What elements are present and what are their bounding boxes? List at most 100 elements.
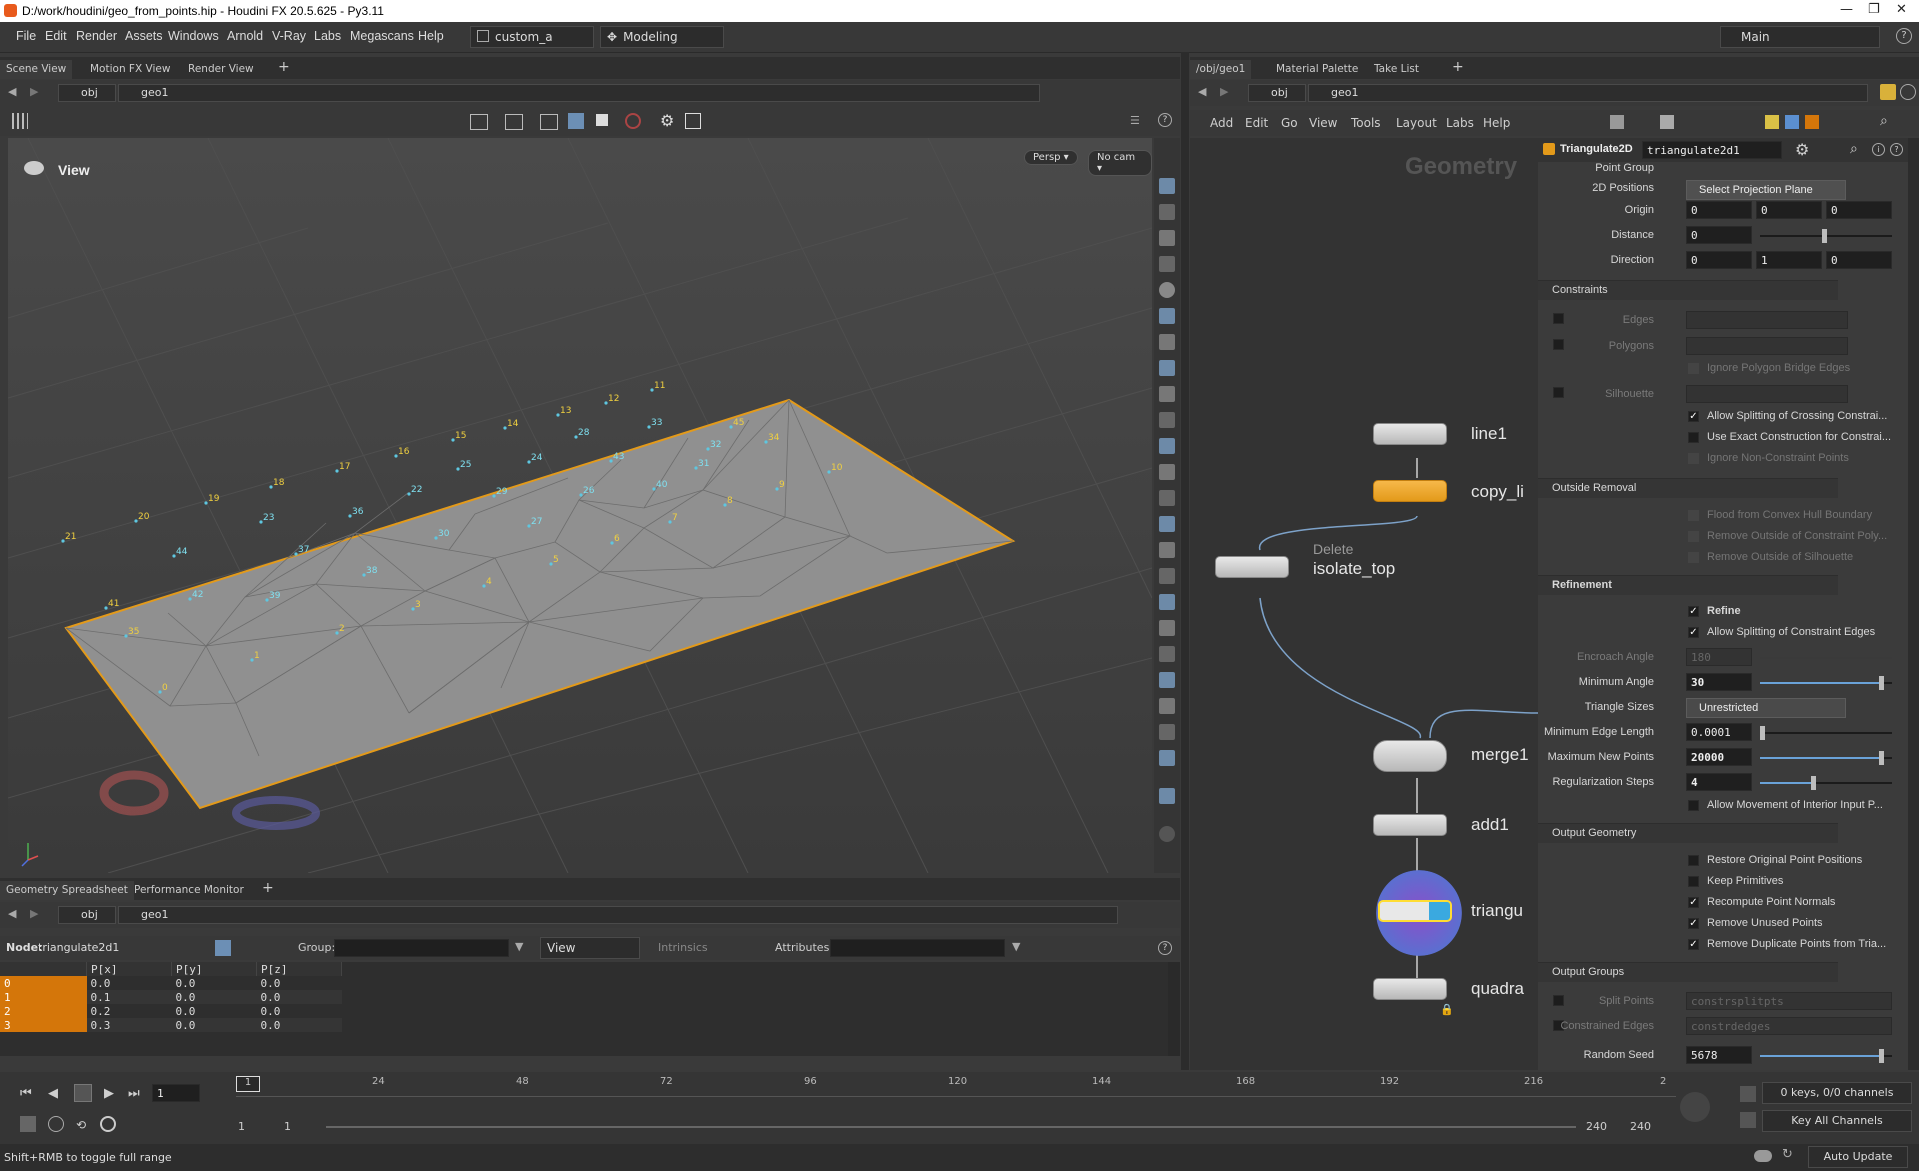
forward-arrow-icon[interactable]: ▶ [30, 907, 38, 920]
display-tool-17-icon[interactable] [1159, 646, 1175, 662]
group-input[interactable] [334, 939, 509, 957]
range-start2-field[interactable]: 1 [284, 1120, 291, 1133]
range-end-field[interactable]: 240 [1586, 1120, 1607, 1133]
move-tool-icon[interactable] [505, 114, 523, 130]
column-header-px[interactable]: P[x] [86, 962, 172, 976]
path-geo1[interactable]: geo1 [118, 906, 1118, 924]
network-image-icon[interactable] [1785, 115, 1799, 129]
node-delete[interactable] [1215, 556, 1289, 578]
network-tools-icon[interactable] [1610, 115, 1624, 129]
lock-icon[interactable] [1159, 230, 1175, 246]
display-tool-4-icon[interactable] [1159, 308, 1175, 324]
display-tool-20-icon[interactable] [1159, 724, 1175, 740]
node-merge1[interactable] [1373, 740, 1447, 772]
node-line1[interactable] [1373, 423, 1447, 445]
menu-arnold[interactable]: Arnold [227, 29, 263, 43]
display-tool-19-icon[interactable] [1159, 698, 1175, 714]
tab-scene-view[interactable]: Scene View [0, 60, 73, 79]
pin-icon[interactable] [1880, 84, 1896, 100]
display-tool-15-icon[interactable] [1159, 594, 1175, 610]
display-tool-13-icon[interactable] [1159, 542, 1175, 558]
add-tab-icon[interactable]: + [1452, 59, 1464, 75]
refinement-section[interactable]: Refinement [1538, 575, 1838, 595]
snap-tool-icon[interactable] [568, 113, 584, 129]
menu-help[interactable]: Help [418, 29, 444, 43]
menu-windows[interactable]: Windows [168, 29, 219, 43]
menu-vray[interactable]: V-Ray [272, 29, 306, 43]
remove-outside-poly-checkbox[interactable] [1688, 531, 1699, 542]
direction-y-field[interactable]: 1 [1756, 251, 1822, 269]
intrinsics-dropdown[interactable]: Intrinsics [658, 941, 708, 954]
shelf-set-selector[interactable]: ✥ Modeling [600, 26, 724, 48]
camera-menu[interactable]: No cam ▾ [1088, 150, 1152, 176]
min-edge-length-field[interactable]: 0.0001 [1686, 723, 1752, 741]
main-context-selector[interactable]: Main [1720, 26, 1880, 48]
keyframe-icon[interactable] [1740, 1086, 1756, 1102]
node-name-field[interactable]: triangulate2d1 [1642, 141, 1782, 159]
attr-filter-icon[interactable]: ▼ [1012, 940, 1020, 953]
regularization-steps-field[interactable]: 4 [1686, 773, 1752, 791]
display-tool-7-icon[interactable] [1159, 386, 1175, 402]
output-geometry-section[interactable]: Output Geometry [1538, 823, 1838, 843]
back-arrow-icon[interactable]: ◀ [8, 907, 16, 920]
filter-icon[interactable]: ▼ [515, 940, 523, 953]
no-entry-icon[interactable] [625, 113, 641, 129]
minimize-button[interactable]: — [1840, 2, 1853, 17]
origin-z-field[interactable]: 0 [1826, 201, 1892, 219]
minimum-angle-slider[interactable] [1760, 676, 1892, 690]
flood-checkbox[interactable] [1688, 510, 1699, 521]
display-tool-14-icon[interactable] [1159, 568, 1175, 584]
refresh-icon[interactable]: ↻ [1782, 1147, 1793, 1162]
table-row[interactable]: 2 0.2 0.0 0.0 [0, 1004, 342, 1018]
network-menu-go[interactable]: Go [1281, 116, 1298, 130]
display-tool-6-icon[interactable] [1159, 360, 1175, 376]
tab-geometry-spreadsheet[interactable]: Geometry Spreadsheet [0, 881, 134, 900]
refine-checkbox[interactable]: ✓ [1688, 606, 1699, 617]
network-sticky-icon[interactable] [1765, 115, 1779, 129]
range-slider[interactable] [326, 1126, 1576, 1128]
origin-x-field[interactable]: 0 [1686, 201, 1752, 219]
param-search-icon[interactable]: ⌕ [1850, 141, 1858, 157]
remove-duplicate-checkbox[interactable]: ✓ [1688, 939, 1699, 950]
current-frame-field[interactable]: 1 [152, 1084, 200, 1102]
keep-primitives-checkbox[interactable] [1688, 876, 1699, 887]
menu-render[interactable]: Render [76, 29, 117, 43]
column-header-pz[interactable]: P[z] [256, 962, 342, 976]
auto-update-dropdown[interactable]: Auto Update [1808, 1146, 1908, 1168]
min-edge-length-slider[interactable] [1760, 726, 1892, 740]
direction-x-field[interactable]: 0 [1686, 251, 1752, 269]
display-tool-3-icon[interactable] [1159, 256, 1175, 272]
cloud-icon[interactable] [1754, 1150, 1772, 1162]
tab-motion-fx-view[interactable]: Motion FX View [84, 60, 176, 79]
triangle-sizes-dropdown[interactable]: Unrestricted [1686, 698, 1846, 718]
network-grid-icon[interactable] [1660, 115, 1674, 129]
regularization-steps-slider[interactable] [1760, 776, 1892, 790]
link-icon[interactable] [1900, 84, 1916, 100]
path-obj[interactable]: obj [58, 84, 116, 102]
settings-gear-icon[interactable]: ⚙ [660, 111, 674, 130]
step-back-button[interactable]: ◀ [48, 1086, 58, 1101]
param-gear-icon[interactable]: ⚙ [1795, 140, 1809, 159]
network-menu-labs[interactable]: Labs [1446, 116, 1474, 130]
direction-z-field[interactable]: 0 [1826, 251, 1892, 269]
network-menu-tools[interactable]: Tools [1351, 116, 1381, 130]
persp-menu[interactable]: Persp ▾ [1024, 150, 1078, 165]
recompute-normals-checkbox[interactable]: ✓ [1688, 897, 1699, 908]
path-obj[interactable]: obj [58, 906, 116, 924]
network-search-icon[interactable]: ⌕ [1880, 113, 1888, 129]
ignore-non-constraint-checkbox[interactable] [1688, 453, 1699, 464]
minimum-angle-field[interactable]: 30 [1686, 673, 1752, 691]
distance-slider[interactable] [1760, 229, 1892, 243]
display-tool-9-icon[interactable] [1159, 438, 1175, 454]
keys-channels-dropdown[interactable]: 0 keys, 0/0 channels [1762, 1082, 1912, 1104]
network-editor[interactable]: Geometry line1 copy_li Delete isolate_to… [1190, 138, 1538, 1070]
jump-start-button[interactable]: ⏮ [20, 1086, 32, 1101]
network-menu-layout[interactable]: Layout [1396, 116, 1437, 130]
node-add1[interactable] [1373, 814, 1447, 836]
tab-performance-monitor[interactable]: Performance Monitor [128, 881, 250, 900]
forward-arrow-icon[interactable]: ▶ [1220, 85, 1228, 98]
tab-obj-geo1[interactable]: /obj/geo1 [1190, 60, 1252, 79]
select-tool-icon[interactable] [470, 114, 488, 130]
attributes-input[interactable] [830, 939, 1005, 957]
menu-edit[interactable]: Edit [45, 29, 67, 43]
